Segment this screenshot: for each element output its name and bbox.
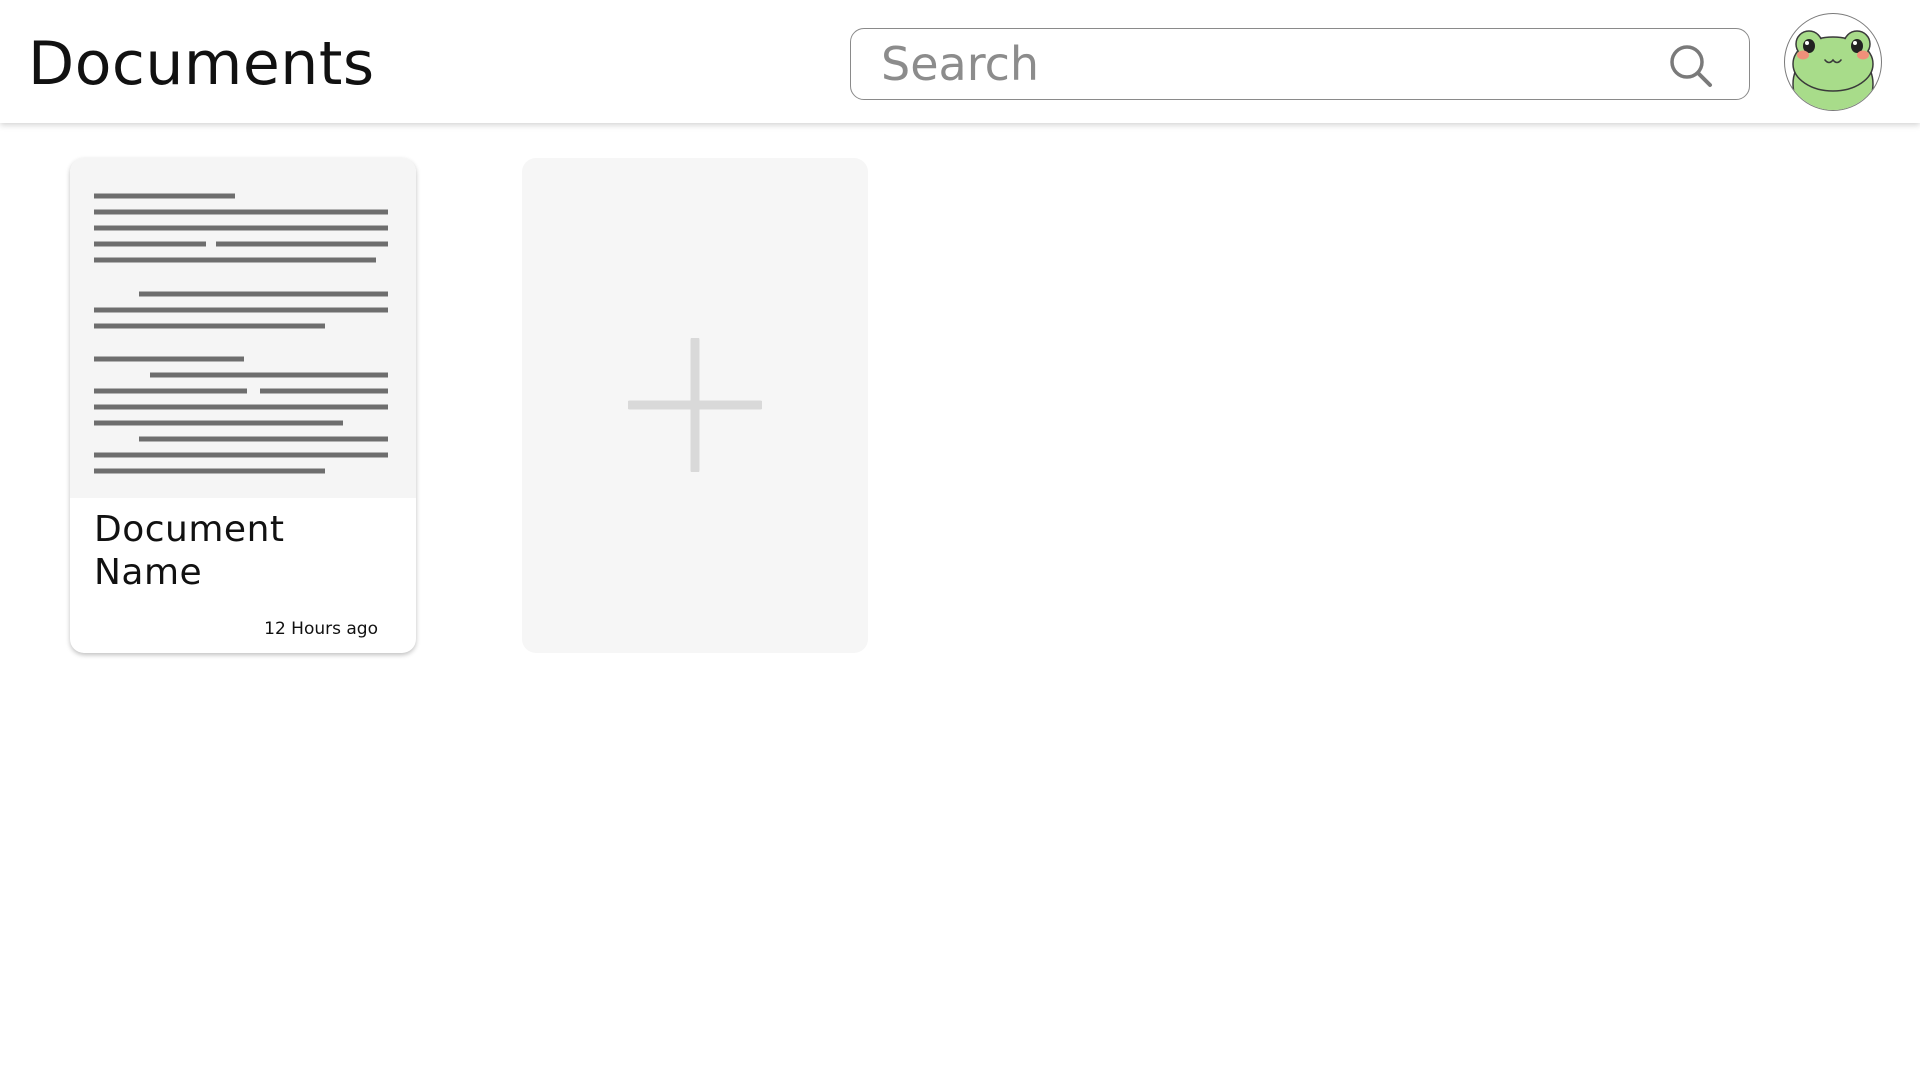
frog-avatar-icon — [1792, 30, 1874, 110]
new-document-button[interactable] — [522, 158, 868, 653]
search-bar[interactable] — [850, 28, 1750, 100]
app-header: Documents — [0, 0, 1920, 123]
document-name: Document Name — [94, 509, 285, 593]
search-icon[interactable] — [1668, 43, 1714, 89]
document-card[interactable]: Document Name 12 Hours ago — [70, 158, 416, 653]
document-thumbnail — [70, 158, 416, 498]
page-title: Documents — [28, 29, 375, 99]
document-modified-time: 12 Hours ago — [264, 619, 378, 639]
plus-icon — [625, 335, 765, 475]
search-input[interactable] — [881, 37, 1641, 91]
user-avatar[interactable] — [1784, 13, 1882, 111]
